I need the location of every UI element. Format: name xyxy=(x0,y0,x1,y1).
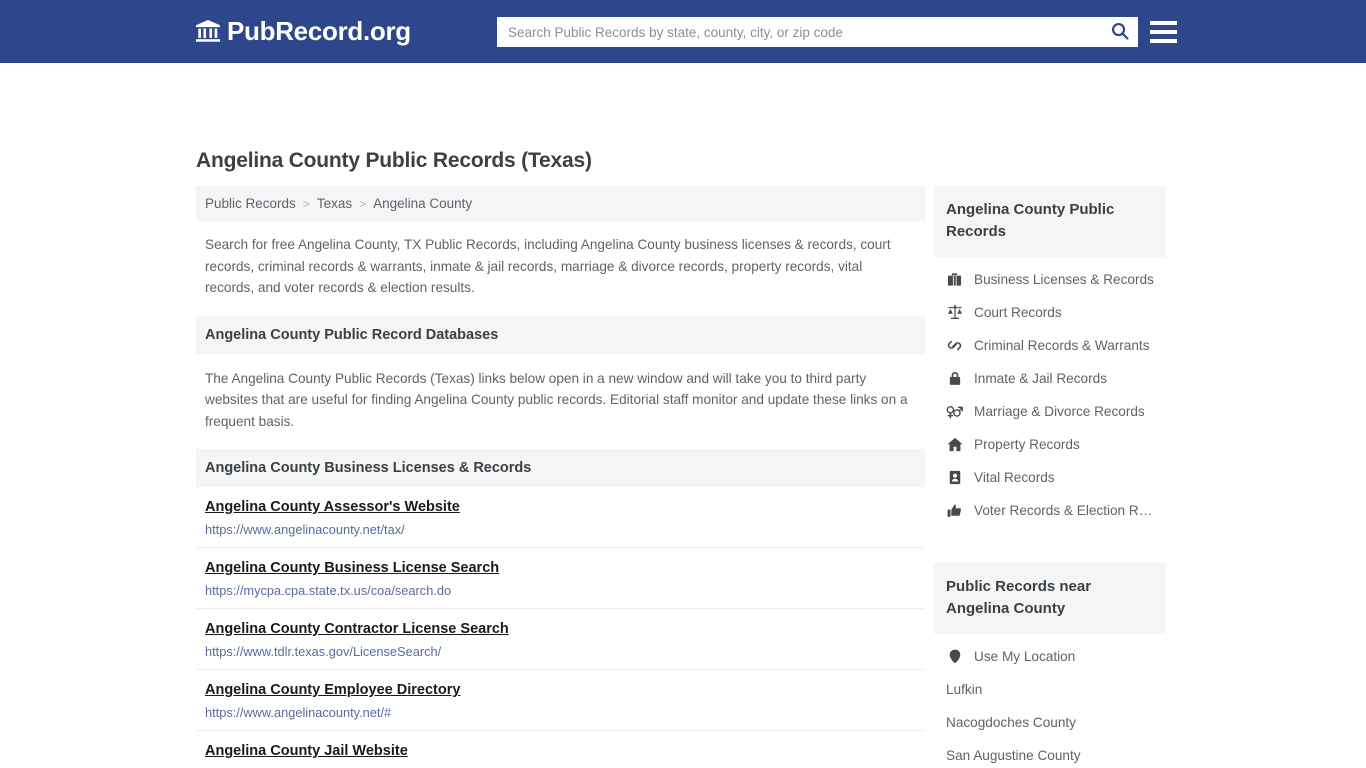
breadcrumb-separator: > xyxy=(302,196,310,211)
breadcrumb-item-public-records[interactable]: Public Records xyxy=(205,196,296,211)
gender-symbols-icon xyxy=(946,404,963,419)
thumbs-up-icon xyxy=(946,503,963,518)
sidebar-item-property-records[interactable]: Property Records xyxy=(934,428,1166,461)
sidebar-item-label: Vital Records xyxy=(974,470,1055,485)
sidebar-item-inmate-jail-records[interactable]: Inmate & Jail Records xyxy=(934,362,1166,395)
sidebar-item-label: Inmate & Jail Records xyxy=(974,371,1107,386)
id-card-icon xyxy=(946,470,963,485)
search-icon xyxy=(1111,22,1129,43)
sidebar-near-heading: Public Records near Angelina County xyxy=(934,563,1166,634)
intro-paragraph: Search for free Angelina County, TX Publ… xyxy=(205,237,891,295)
sidebar: Angelina County Public Records Business … xyxy=(934,186,1166,768)
business-licenses-heading: Angelina County Business Licenses & Reco… xyxy=(196,449,925,487)
record-link-title[interactable]: Angelina County Business License Search xyxy=(205,560,499,576)
handcuffs-icon xyxy=(946,338,963,353)
sidebar-item-label: Business Licenses & Records xyxy=(974,272,1154,287)
sidebar-item-criminal-records[interactable]: Criminal Records & Warrants xyxy=(934,329,1166,362)
list-item: Angelina County Employee Directory https… xyxy=(196,670,925,731)
record-link-url[interactable]: https://www.tdlr.texas.gov/LicenseSearch… xyxy=(205,644,916,659)
search-input[interactable] xyxy=(498,18,1103,46)
sidebar-item-use-my-location[interactable]: Use My Location xyxy=(934,640,1166,673)
hamburger-menu-icon[interactable] xyxy=(1150,18,1177,45)
briefcase-icon xyxy=(946,272,963,287)
sidebar-item-marriage-divorce-records[interactable]: Marriage & Divorce Records xyxy=(934,395,1166,428)
bank-icon xyxy=(196,20,220,42)
map-pin-icon xyxy=(946,649,963,664)
sidebar-item-lufkin[interactable]: Lufkin xyxy=(934,673,1166,706)
sidebar-item-label: Use My Location xyxy=(974,649,1076,664)
sidebar-item-voter-records[interactable]: Voter Records & Election R… xyxy=(934,494,1166,527)
record-link-title[interactable]: Angelina County Contractor License Searc… xyxy=(205,621,509,637)
sidebar-item-label: Criminal Records & Warrants xyxy=(974,338,1150,353)
sidebar-item-label: Nacogdoches County xyxy=(946,715,1076,730)
sidebar-item-business-licenses[interactable]: Business Licenses & Records xyxy=(934,263,1166,296)
breadcrumb-item-texas[interactable]: Texas xyxy=(317,196,352,211)
sidebar-records-list: Business Licenses & Records Court Record… xyxy=(934,257,1166,537)
record-link-title[interactable]: Angelina County Employee Directory xyxy=(205,682,460,698)
breadcrumb-separator: > xyxy=(359,196,367,211)
main-content: Public Records > Texas > Angelina County… xyxy=(196,186,925,768)
sidebar-item-label: Lufkin xyxy=(946,682,983,697)
breadcrumb-item-angelina-county[interactable]: Angelina County xyxy=(373,196,472,211)
record-link-url[interactable]: https://mycpa.cpa.state.tx.us/coa/search… xyxy=(205,583,916,598)
sidebar-item-san-augustine-county[interactable]: San Augustine County xyxy=(934,739,1166,768)
sidebar-near-block: Public Records near Angelina County Use … xyxy=(934,563,1166,768)
hamburger-bar xyxy=(1150,29,1177,34)
brand-name: PubRecord.org xyxy=(227,16,411,46)
sidebar-item-label: Property Records xyxy=(974,437,1080,452)
breadcrumb: Public Records > Texas > Angelina County xyxy=(196,186,925,221)
list-item: Angelina County Jail Website http://www.… xyxy=(196,731,925,768)
list-item: Angelina County Assessor's Website https… xyxy=(196,487,925,548)
site-logo[interactable]: PubRecord.org xyxy=(196,18,411,44)
sidebar-item-label: San Augustine County xyxy=(946,748,1081,763)
record-link-title[interactable]: Angelina County Assessor's Website xyxy=(205,499,460,515)
record-link-title[interactable]: Angelina County Jail Website xyxy=(205,743,408,759)
sidebar-near-list: Use My Location Lufkin Nacogdoches Count… xyxy=(934,634,1166,768)
sidebar-item-label: Court Records xyxy=(974,305,1062,320)
list-item: Angelina County Contractor License Searc… xyxy=(196,609,925,670)
search-button[interactable] xyxy=(1103,18,1137,46)
list-item: Angelina County Business License Search … xyxy=(196,548,925,609)
hamburger-bar xyxy=(1150,38,1177,43)
sidebar-item-nacogdoches-county[interactable]: Nacogdoches County xyxy=(934,706,1166,739)
record-link-url[interactable]: https://www.angelinacounty.net/tax/ xyxy=(205,522,916,537)
databases-heading: Angelina County Public Record Databases xyxy=(196,315,925,354)
site-header: PubRecord.org xyxy=(0,0,1366,63)
lock-icon xyxy=(946,371,963,386)
sidebar-item-label: Marriage & Divorce Records xyxy=(974,404,1145,419)
sidebar-records-heading: Angelina County Public Records xyxy=(934,186,1166,257)
sidebar-item-vital-records[interactable]: Vital Records xyxy=(934,461,1166,494)
page-title: Angelina County Public Records (Texas) xyxy=(196,149,592,172)
home-icon xyxy=(946,437,963,452)
hamburger-bar xyxy=(1150,20,1177,25)
scales-of-justice-icon xyxy=(946,305,963,320)
sidebar-item-court-records[interactable]: Court Records xyxy=(934,296,1166,329)
search-bar xyxy=(497,17,1138,47)
sidebar-item-label: Voter Records & Election R… xyxy=(974,503,1153,518)
databases-paragraph: The Angelina County Public Records (Texa… xyxy=(205,370,908,429)
record-link-url[interactable]: https://www.angelinacounty.net/# xyxy=(205,705,916,720)
